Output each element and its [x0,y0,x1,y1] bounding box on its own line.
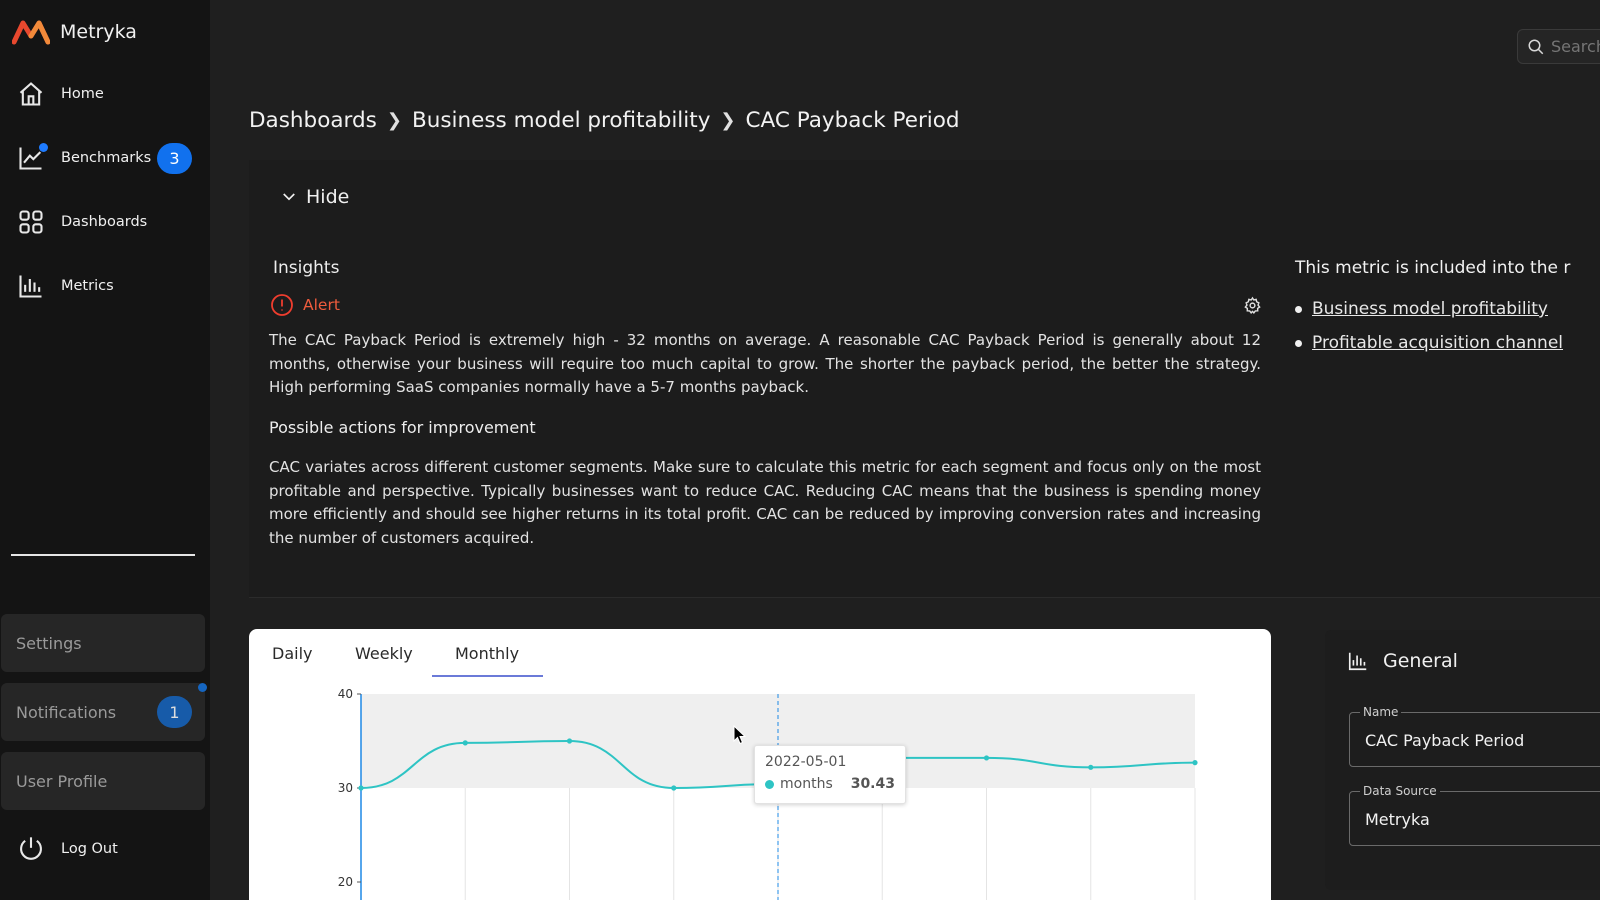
search-box[interactable] [1517,29,1600,64]
nav-label: Benchmarks [61,150,152,166]
nav-item-home[interactable]: Home [0,68,210,120]
alert-indicator: Alert [270,293,340,317]
y-tick-label: 20 [338,875,353,889]
trend-chart-icon [16,143,48,173]
tab-monthly[interactable]: Monthly [431,629,544,677]
included-list: Business model profitability Profitable … [1295,292,1563,360]
insights-title: Insights [273,258,340,278]
tooltip-value: 30.43 [850,776,895,792]
data-point [1192,760,1198,766]
search-input[interactable] [1551,37,1600,56]
chevron-right-icon: ❯ [386,110,402,131]
tab-daily[interactable]: Daily [272,629,312,677]
nav-label: Log Out [61,841,118,857]
chevron-right-icon: ❯ [720,110,736,131]
y-tick-label: 40 [338,687,353,701]
chart-tooltip: 2022-05-01 months 30.43 [754,745,906,804]
alert-circle-icon [271,294,293,316]
insight-settings-button[interactable] [1243,296,1262,315]
nav-item-user-profile[interactable]: User Profile [1,752,205,810]
tooltip-series: months [780,776,833,792]
included-link[interactable]: Business model profitability [1312,299,1548,319]
data-point [358,785,364,791]
actions-paragraph: CAC variates across different customer s… [269,458,1261,547]
bar-chart-icon [16,271,46,301]
search-icon [1528,39,1544,54]
grid-icon [16,207,46,237]
included-link[interactable]: Profitable acquisition channel [1312,333,1563,353]
breadcrumb: Dashboards ❯ Business model profitabilit… [249,108,960,133]
mouse-cursor-icon [733,725,747,745]
benchmarks-count-badge: 3 [157,142,192,174]
general-title-text: General [1383,650,1458,672]
data-point [1088,764,1094,770]
chevron-down-icon [283,193,295,201]
name-field[interactable]: Name CAC Payback Period [1349,705,1600,767]
nav-label: Notifications [16,702,117,722]
data-point [462,740,468,746]
home-icon [16,79,46,109]
gear-icon [1244,296,1261,314]
insights-panel: Hide Insights Alert The CAC Payback Peri… [249,160,1600,598]
data-point [566,738,573,744]
nav-item-logout[interactable]: Log Out [0,823,210,875]
power-icon [16,834,46,864]
hide-label: Hide [306,186,350,208]
brand-name: Metryka [60,21,137,43]
data-point [983,755,990,761]
nav-label: User Profile [16,771,108,791]
insight-paragraph: The CAC Payback Period is extremely high… [269,331,1261,397]
nav-item-metrics[interactable]: Metrics [0,260,210,312]
alert-label: Alert [303,296,340,314]
general-card: General Name CAC Payback Period Data Sou… [1325,630,1600,890]
nav-label: Home [61,86,104,102]
field-label: Name [1360,705,1402,719]
actions-title: Possible actions for improvement [269,418,536,437]
included-title: This metric is included into the r [1295,258,1571,278]
nav-item-notifications[interactable]: Notifications 1 [1,683,207,741]
nav-label: Dashboards [61,214,148,230]
breadcrumb-dashboards[interactable]: Dashboards [249,108,377,133]
nav-item-benchmarks[interactable]: Benchmarks 3 [0,132,210,184]
tooltip-date: 2022-05-01 [765,754,847,770]
series-swatch [765,779,774,789]
data-source-field[interactable]: Data Source Metryka [1349,784,1600,846]
field-value: Metryka [1365,810,1430,829]
brand[interactable]: Metryka [12,18,137,46]
notifications-count-badge: 1 [157,696,192,728]
chart-card: 40 30 20 Daily Weekly Monthly 2022-05-01 m… [249,629,1271,900]
nav-label: Metrics [61,278,114,294]
nav-label: Settings [16,633,82,653]
data-point [671,785,677,791]
notification-dot [198,683,207,692]
y-tick-label: 30 [338,781,353,795]
nav-item-dashboards[interactable]: Dashboards [0,196,210,248]
sidebar: Metryka Home Benchmarks 3 Dashboards Met… [0,0,210,900]
list-item: Business model profitability [1295,292,1563,326]
hide-toggle-button[interactable]: Hide [280,186,349,208]
breadcrumb-business-model[interactable]: Business model profitability [412,108,710,133]
field-value: CAC Payback Period [1365,731,1525,750]
sidebar-divider [11,554,195,556]
general-title: General [1347,650,1458,672]
field-label: Data Source [1360,784,1440,798]
bar-chart-icon [1348,652,1367,671]
notification-dot [39,143,48,152]
tab-weekly[interactable]: Weekly [355,629,413,677]
list-item: Profitable acquisition channel [1295,326,1563,360]
metryka-logo-icon [12,20,50,45]
breadcrumb-current: CAC Payback Period [745,108,960,133]
nav-item-settings[interactable]: Settings [1,614,205,672]
